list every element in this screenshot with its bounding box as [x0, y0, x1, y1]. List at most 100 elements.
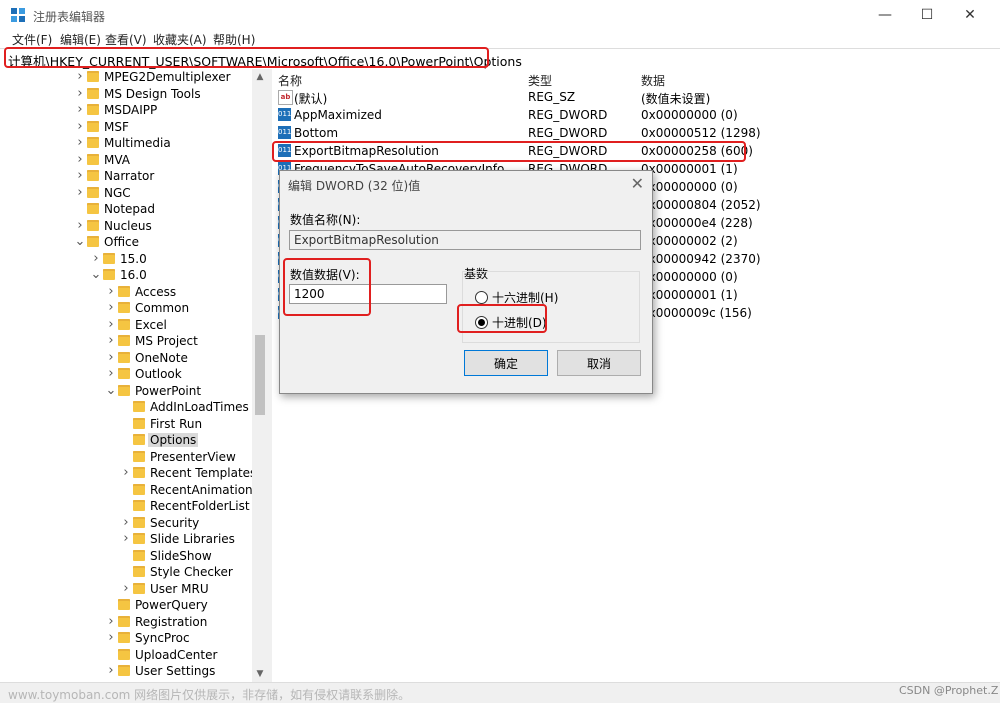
chevron-right-icon[interactable]: › — [105, 284, 117, 300]
menu-file[interactable]: 文件(F) — [12, 31, 52, 48]
tree-item[interactable]: Notepad — [0, 201, 252, 217]
tree-item[interactable]: › Registration — [0, 614, 252, 630]
radio-decimal[interactable]: 十进制(D) — [475, 314, 547, 331]
tree-item[interactable]: PowerQuery — [0, 597, 252, 613]
tree-item[interactable]: Options — [0, 432, 252, 448]
tree-item[interactable]: › MVA — [0, 152, 252, 168]
chevron-right-icon[interactable]: › — [105, 663, 117, 679]
chevron-right-icon[interactable]: › — [120, 465, 132, 481]
chevron-right-icon[interactable]: › — [105, 614, 117, 630]
tree-item[interactable]: PresenterView — [0, 449, 252, 465]
chevron-right-icon[interactable]: › — [105, 350, 117, 366]
tree-item[interactable]: › Narrator — [0, 168, 252, 184]
tree-item[interactable]: › OneNote — [0, 350, 252, 366]
radio-decimal-icon[interactable] — [475, 316, 488, 329]
tree-item[interactable]: AddInLoadTimes — [0, 399, 252, 415]
chevron-right-icon[interactable]: › — [74, 102, 86, 118]
value-data: 0x00000002 (2) — [641, 234, 738, 248]
radio-hex-icon[interactable] — [475, 291, 488, 304]
tree-item-label: MSF — [104, 119, 129, 134]
tree-item-label: User MRU — [150, 581, 209, 596]
value-data-field[interactable] — [289, 284, 447, 304]
radio-hex[interactable]: 十六进制(H) — [475, 289, 558, 306]
tree-item[interactable]: › MSDAIPP — [0, 102, 252, 118]
chevron-right-icon[interactable]: › — [105, 630, 117, 646]
tree-item[interactable]: ⌄ PowerPoint — [0, 383, 252, 399]
chevron-right-icon[interactable]: › — [74, 152, 86, 168]
tree-scrollbar[interactable]: ▲ ▼ — [252, 69, 268, 682]
tree-item[interactable]: › Slide Libraries — [0, 531, 252, 547]
tree-item[interactable]: SlideShow — [0, 548, 252, 564]
radio-hex-label: 十六进制(H) — [492, 291, 559, 305]
dialog-close-icon[interactable]: ✕ — [631, 174, 644, 193]
chevron-right-icon[interactable]: › — [120, 515, 132, 531]
menu-favorites[interactable]: 收藏夹(A) — [153, 31, 207, 48]
tree-item[interactable]: › Common — [0, 300, 252, 316]
value-row[interactable]: 011 AppMaximized REG_DWORD 0x00000000 (0) — [272, 106, 1000, 124]
chevron-right-icon[interactable]: › — [105, 333, 117, 349]
scroll-thumb[interactable] — [255, 335, 265, 415]
tree-item[interactable]: › User MRU — [0, 581, 252, 597]
chevron-right-icon[interactable]: › — [120, 531, 132, 547]
tree-item[interactable]: › User Settings — [0, 663, 252, 679]
chevron-right-icon[interactable]: › — [90, 251, 102, 267]
tree-item[interactable]: › Security — [0, 515, 252, 531]
cancel-button[interactable]: 取消 — [557, 350, 641, 376]
maximize-button[interactable]: ☐ — [904, 0, 950, 30]
column-header-type[interactable]: 类型 — [528, 72, 552, 89]
minimize-button[interactable]: — — [862, 0, 908, 30]
chevron-right-icon[interactable]: › — [105, 366, 117, 382]
scroll-up-icon[interactable]: ▲ — [252, 69, 268, 85]
tree-item[interactable]: › SyncProc — [0, 630, 252, 646]
address-bar[interactable]: 计算机\HKEY_CURRENT_USER\SOFTWARE\Microsoft… — [0, 48, 1000, 70]
address-path[interactable]: 计算机\HKEY_CURRENT_USER\SOFTWARE\Microsoft… — [8, 51, 522, 70]
chevron-right-icon[interactable]: › — [74, 185, 86, 201]
tree-item[interactable]: RecentFolderList — [0, 498, 252, 514]
tree-item[interactable]: › 15.0 — [0, 251, 252, 267]
tree-item[interactable]: Style Checker — [0, 564, 252, 580]
chevron-right-icon[interactable]: › — [105, 300, 117, 316]
tree-item[interactable]: ⌄ 16.0 — [0, 267, 252, 283]
chevron-right-icon[interactable]: › — [74, 168, 86, 184]
value-row[interactable]: 011 ExportBitmapResolution REG_DWORD 0x0000… — [272, 142, 1000, 160]
chevron-right-icon[interactable]: › — [105, 317, 117, 333]
tree-item[interactable]: › NGC — [0, 185, 252, 201]
tree-item[interactable]: First Run — [0, 416, 252, 432]
menu-help[interactable]: 帮助(H) — [213, 31, 255, 48]
menu-edit[interactable]: 编辑(E) — [60, 31, 101, 48]
tree-item[interactable]: ⌄ Office — [0, 234, 252, 250]
tree-item[interactable]: UploadCenter — [0, 647, 252, 663]
tree-item-label: NGC — [104, 185, 131, 200]
tree-item[interactable]: › Nucleus — [0, 218, 252, 234]
tree-item[interactable]: › Outlook — [0, 366, 252, 382]
chevron-right-icon[interactable]: › — [74, 86, 86, 102]
tree-item[interactable]: › MS Project — [0, 333, 252, 349]
tree-item[interactable]: › MPEG2Demultiplexer — [0, 69, 252, 85]
chevron-right-icon[interactable]: › — [74, 119, 86, 135]
value-name-field[interactable] — [289, 230, 641, 250]
chevron-down-icon[interactable]: ⌄ — [74, 234, 86, 250]
tree-item[interactable]: › Recent Templates — [0, 465, 256, 481]
tree-item[interactable]: › MSF — [0, 119, 252, 135]
chevron-right-icon[interactable]: › — [120, 581, 132, 597]
scroll-down-icon[interactable]: ▼ — [252, 666, 268, 682]
tree-item[interactable]: › Excel — [0, 317, 252, 333]
tree-item-label: OneNote — [135, 350, 188, 365]
chevron-down-icon[interactable]: ⌄ — [90, 267, 102, 283]
tree-item[interactable]: › Access — [0, 284, 252, 300]
menu-view[interactable]: 查看(V) — [105, 31, 147, 48]
ok-button[interactable]: 确定 — [464, 350, 548, 376]
column-header-name[interactable]: 名称 — [278, 72, 302, 89]
tree-item[interactable]: RecentAnimationL — [0, 482, 259, 498]
chevron-right-icon[interactable]: › — [74, 135, 86, 151]
chevron-right-icon[interactable]: › — [74, 218, 86, 234]
tree-item[interactable]: › MS Design Tools — [0, 86, 252, 102]
tree-item[interactable]: › Multimedia — [0, 135, 252, 151]
chevron-down-icon[interactable]: ⌄ — [105, 383, 117, 399]
value-row[interactable]: ab (默认) REG_SZ (数值未设置) — [272, 88, 1000, 106]
column-header-data[interactable]: 数据 — [641, 72, 665, 89]
close-button[interactable]: ✕ — [947, 0, 993, 30]
chevron-right-icon[interactable]: › — [74, 69, 86, 85]
value-row[interactable]: 011 Bottom REG_DWORD 0x00000512 (1298) — [272, 124, 1000, 142]
key-tree[interactable]: › MPEG2Demultiplexer › MS Design Tools › MSDA… — [0, 69, 268, 682]
